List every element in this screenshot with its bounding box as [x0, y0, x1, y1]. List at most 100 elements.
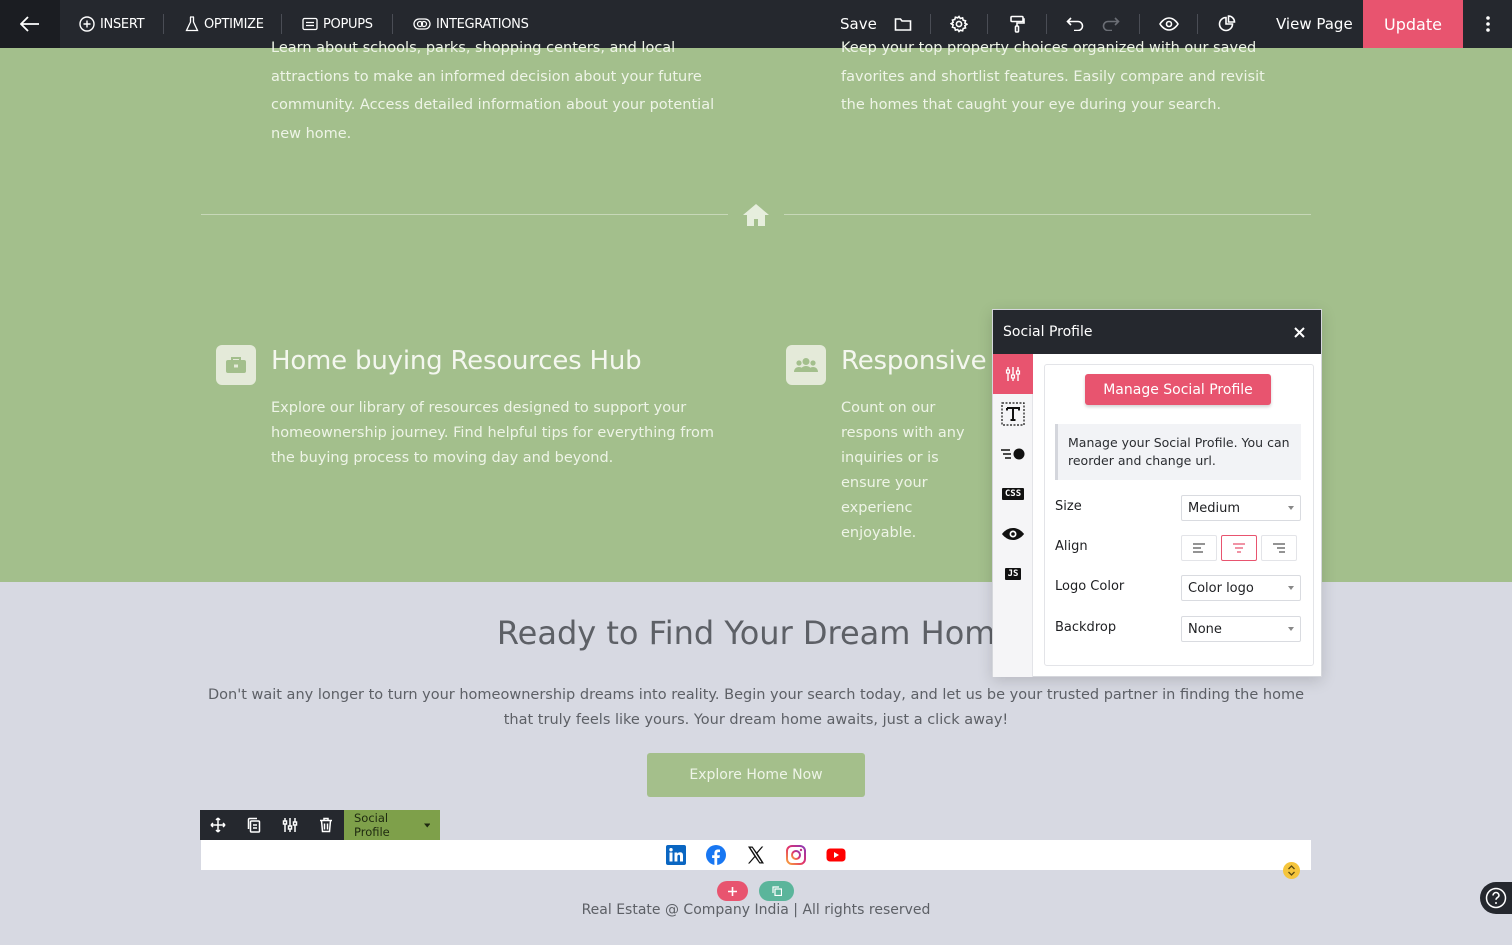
caret-down-icon [1288, 506, 1294, 510]
redo-icon [1102, 17, 1120, 31]
instagram-icon[interactable] [786, 845, 806, 865]
logo-color-value: Color logo [1188, 580, 1254, 596]
toolbar-separator [987, 14, 988, 34]
panel-side-tabs: CSS JS [993, 354, 1033, 677]
kebab-menu-icon [1486, 16, 1490, 32]
home-icon [743, 204, 769, 226]
tab-animation[interactable] [993, 434, 1033, 474]
backdrop-label: Backdrop [1055, 620, 1117, 635]
paint-roller-icon [1010, 15, 1025, 33]
question-circle-icon [1485, 887, 1507, 909]
back-button[interactable] [0, 0, 60, 48]
move-icon [210, 817, 226, 833]
arrow-left-icon [20, 16, 39, 32]
visibility-icon [1002, 528, 1024, 540]
align-left-icon [1193, 543, 1205, 553]
backdrop-value: None [1188, 621, 1222, 637]
footer-copyright: Real Estate @ Company India | All rights… [581, 902, 931, 918]
popup-window-icon [302, 17, 318, 31]
flask-icon [185, 16, 199, 32]
feature-description: Keep your top property choices organized… [841, 40, 1265, 113]
tab-visibility[interactable] [993, 514, 1033, 554]
social-profile-panel: Social Profile CSS JS Manage Social Prof… [992, 309, 1322, 677]
top-toolbar: INSERT OPTIMIZE POPUPS INTEGRATIONS Save… [0, 0, 1512, 48]
align-left-button[interactable] [1181, 535, 1217, 561]
size-value: Medium [1188, 500, 1240, 516]
divider-line [201, 214, 728, 215]
x-icon[interactable] [746, 845, 766, 865]
align-right-button[interactable] [1261, 535, 1297, 561]
resize-handle[interactable] [1283, 862, 1300, 879]
tab-css[interactable]: CSS [993, 474, 1033, 514]
align-center-icon [1233, 543, 1245, 553]
close-icon [1293, 326, 1305, 338]
logo-color-select[interactable]: Color logo [1181, 575, 1301, 601]
chevron-up-down-icon [1288, 865, 1295, 876]
tab-typography[interactable] [993, 394, 1033, 434]
toolbar-separator [163, 14, 164, 34]
backdrop-select[interactable]: None [1181, 616, 1301, 642]
align-label: Align [1055, 539, 1088, 554]
toolbar-separator [392, 14, 393, 34]
logo-color-label: Logo Color [1055, 579, 1125, 594]
size-label: Size [1055, 499, 1082, 514]
pie-chart-icon [1218, 15, 1236, 32]
social-profile-element[interactable] [201, 840, 1311, 870]
insert-label: INSERT [100, 16, 145, 32]
toolbar-separator [1046, 14, 1047, 34]
typography-icon [1001, 402, 1025, 426]
gear-icon [950, 15, 968, 33]
cta-description: Don't wait any longer to turn your homeo… [207, 687, 1305, 728]
tab-js[interactable]: JS [993, 554, 1033, 594]
toolbar-separator [1197, 14, 1198, 34]
view-page-link[interactable]: View Page [1276, 0, 1353, 48]
integrations-icon [413, 18, 431, 30]
panel-header: Social Profile [993, 310, 1321, 354]
element-toolbar: Social Profile [200, 810, 440, 840]
manage-social-profile-button[interactable]: Manage Social Profile [1085, 374, 1271, 405]
more-options-button[interactable] [1470, 0, 1506, 48]
toolbar-separator [930, 14, 931, 34]
feature-title: Responsive C [841, 346, 1013, 376]
duplicate-section-button[interactable] [759, 881, 794, 901]
close-panel-button[interactable] [1289, 322, 1309, 342]
briefcase-icon [216, 345, 256, 385]
align-buttons [1181, 535, 1301, 561]
js-badge: JS [1004, 568, 1022, 580]
facebook-icon[interactable] [706, 845, 726, 865]
update-button[interactable]: Update [1363, 0, 1463, 48]
caret-down-icon [423, 822, 430, 828]
animation-icon [1001, 448, 1025, 460]
linkedin-icon[interactable] [666, 845, 686, 865]
optimize-button[interactable]: OPTIMIZE [185, 0, 264, 48]
help-button[interactable] [1480, 882, 1512, 914]
info-note: Manage your Social Profile. You can reor… [1055, 424, 1301, 480]
align-right-icon [1273, 543, 1285, 553]
css-badge: CSS [1001, 488, 1025, 500]
divider-line [784, 214, 1311, 215]
element-settings-button[interactable] [272, 810, 308, 840]
insert-button[interactable]: INSERT [79, 0, 145, 48]
size-select[interactable]: Medium [1181, 495, 1301, 521]
add-section-button[interactable] [717, 881, 748, 901]
delete-element-button[interactable] [308, 810, 344, 840]
feature-title: Home buying Resources Hub [271, 346, 642, 376]
element-type-dropdown[interactable]: Social Profile [344, 810, 440, 840]
popups-label: POPUPS [323, 16, 373, 32]
toolbar-separator [1139, 14, 1140, 34]
align-center-button[interactable] [1221, 535, 1257, 561]
eye-icon [1159, 17, 1179, 31]
youtube-icon[interactable] [826, 845, 846, 865]
toolbar-separator [281, 14, 282, 34]
integrations-label: INTEGRATIONS [436, 16, 529, 32]
copy-icon [247, 817, 261, 833]
trash-icon [320, 817, 332, 833]
duplicate-element-button[interactable] [236, 810, 272, 840]
copy-icon [771, 886, 782, 896]
move-element-button[interactable] [200, 810, 236, 840]
feature-description: Explore our library of resources designe… [271, 400, 714, 466]
tab-settings[interactable] [993, 354, 1033, 394]
caret-down-icon [1288, 627, 1294, 631]
explore-home-button[interactable]: Explore Home Now [647, 753, 865, 797]
sliders-icon [282, 818, 298, 832]
